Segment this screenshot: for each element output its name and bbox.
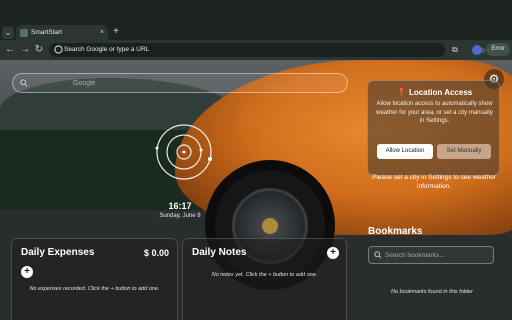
location-card-title: 📍 Location Access: [396, 88, 473, 97]
bookmarks-search-placeholder: Search bookmarks...: [385, 252, 445, 259]
bookmarks-search-input[interactable]: Search bookmarks...: [368, 246, 494, 264]
reload-button[interactable]: ↻: [33, 44, 45, 56]
new-tab-page: Google ⚙ 16:17 Sunday, June 8 📍 Location…: [0, 60, 512, 320]
profile-avatar[interactable]: [472, 45, 482, 55]
address-bar[interactable]: Search Google or type a URL ☆: [49, 43, 486, 57]
favicon-icon: [20, 29, 28, 37]
add-expense-button[interactable]: +: [21, 266, 33, 278]
browser-toolbar: ← → ↻ Search Google or type a URL ☆: [0, 40, 512, 60]
search-icon: [20, 79, 28, 87]
browser-tab-bar: ⌄ SmartStart × +: [0, 0, 512, 40]
location-access-card: 📍 Location Access Allow location access …: [367, 80, 500, 176]
forward-button[interactable]: →: [19, 44, 31, 56]
page-search-placeholder: Google: [73, 80, 96, 87]
notes-title: Daily Notes: [192, 247, 247, 258]
status-pill[interactable]: Error: [486, 43, 510, 56]
back-button[interactable]: ←: [4, 44, 16, 56]
close-tab-icon[interactable]: ×: [100, 28, 104, 37]
address-bar-placeholder: Search Google or type a URL: [64, 46, 150, 53]
daily-expenses-panel: Daily Expenses $ 0.00 + No expenses reco…: [11, 238, 178, 320]
google-icon: [54, 45, 63, 54]
set-manually-button[interactable]: Set Manually: [437, 144, 491, 159]
bookmarks-empty-message: No bookmarks found in this folder: [391, 289, 473, 295]
extensions-icon[interactable]: ⧉: [452, 45, 458, 55]
location-card-body: Allow location access to automatically s…: [376, 101, 493, 124]
new-tab-button[interactable]: +: [113, 26, 119, 38]
expenses-title: Daily Expenses: [21, 247, 95, 258]
allow-location-button[interactable]: Allow Location: [377, 144, 433, 159]
daily-notes-panel: Daily Notes + No notes yet. Click the + …: [182, 238, 347, 320]
expenses-total: $ 0.00: [143, 248, 169, 258]
browser-tab[interactable]: SmartStart ×: [16, 25, 108, 40]
tab-title: SmartStart: [31, 29, 63, 36]
digital-time: 16:17: [168, 201, 192, 211]
analog-clock: [155, 124, 212, 180]
expenses-empty-message: No expenses recorded. Click the + button…: [29, 286, 160, 292]
current-date: Sunday, June 8: [159, 213, 201, 219]
notes-empty-message: No notes yet. Click the + button to add …: [211, 272, 318, 278]
tab-search-button[interactable]: ⌄: [2, 27, 14, 39]
search-icon: [374, 251, 382, 259]
weather-note: Please set a city in Settings to see wea…: [372, 174, 496, 190]
add-note-button[interactable]: +: [327, 247, 339, 259]
page-search-input[interactable]: Google: [12, 73, 348, 93]
bookmarks-title: Bookmarks: [368, 226, 423, 237]
background-hub: [262, 218, 278, 234]
